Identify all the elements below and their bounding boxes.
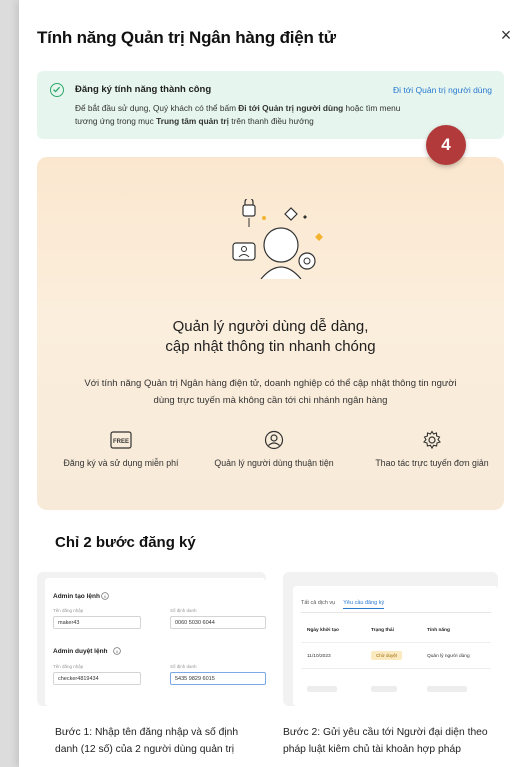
maker-id-input: 0060 5030 6044	[170, 616, 266, 629]
user-management-illustration	[232, 199, 323, 279]
col-feature: Tính năng	[427, 628, 450, 633]
hero-heading: Quản lý người dùng dễ dàng, cập nhật thô…	[165, 318, 376, 355]
gear-icon	[423, 430, 441, 450]
divider	[301, 642, 491, 643]
row-date: 11/10/2023	[307, 654, 331, 659]
steps-section-title: Chỉ 2 bước đăng ký	[55, 534, 196, 551]
checker-id-label: Số định danh	[170, 664, 197, 669]
feature-user-management: Quản lý người dùng thuận tiện	[209, 430, 339, 468]
modal-title: Tính năng Quản trị Ngân hàng điện tử	[37, 28, 336, 47]
feature-free-registration: FREE Đăng ký và sử dụng miễn phí	[59, 430, 183, 468]
toast-message: Để bắt đầu sử dụng, Quý khách có thể bấm…	[75, 103, 401, 126]
preview-tabs: Tất cả dịch vụ Yêu cầu đăng ký	[301, 600, 392, 609]
info-icon	[101, 592, 109, 600]
feature-modal: Tính năng Quản trị Ngân hàng điện tử × Đ…	[19, 0, 527, 767]
hero-description: Với tính năng Quản trị Ngân hàng điện tử…	[84, 378, 457, 406]
feature-label: Đăng ký và sử dụng miễn phí	[63, 458, 179, 468]
toast-title: Đăng ký tính năng thành công	[75, 84, 212, 95]
maker-username-label: Tên đăng nhập	[53, 608, 84, 613]
hero-banner: Quản lý người dùng dễ dàng, cập nhật thô…	[37, 157, 504, 510]
feature-label: Quản lý người dùng thuận tiện	[214, 458, 334, 468]
skeleton-cell	[427, 686, 467, 692]
step2-preview-panel: Tất cả dịch vụ Yêu cầu đăng ký Ngày khởi …	[293, 586, 498, 706]
step1-preview-panel: Admin tạo lệnh Tên đăng nhập maker43 Số …	[45, 578, 266, 706]
skeleton-cell	[371, 686, 397, 692]
maker-title: Admin tạo lệnh	[53, 593, 100, 600]
row-feature: Quản lý người dùng	[427, 654, 470, 659]
free-badge-icon: FREE	[110, 431, 132, 449]
tab-registration-requests: Yêu cầu đăng ký	[343, 600, 385, 609]
status-badge: Chờ duyệt	[371, 651, 402, 660]
divider	[301, 668, 491, 669]
skeleton-cell	[307, 686, 337, 692]
step2-preview-card: Tất cả dịch vụ Yêu cầu đăng ký Ngày khởi …	[283, 572, 498, 706]
step1-description: Bước 1: Nhập tên đăng nhập và số định da…	[55, 727, 239, 755]
check-circle-icon	[50, 83, 64, 97]
checker-username-label: Tên đăng nhập	[53, 664, 84, 669]
checker-id-input: 5435 9829 6015	[170, 672, 266, 685]
step1-preview-card: Admin tạo lệnh Tên đăng nhập maker43 Số …	[37, 572, 266, 706]
user-circle-icon	[264, 430, 284, 450]
tab-all-services: Tất cả dịch vụ	[301, 600, 336, 606]
col-date: Ngày khởi tạo	[307, 628, 339, 633]
feature-online-operation: Thao tác trực tuyến đơn giản	[367, 430, 497, 468]
go-to-user-admin-link[interactable]: Đi tới Quản trị người dùng	[393, 85, 492, 95]
col-status: Trạng thái	[371, 628, 394, 633]
step-number-badge: 4	[426, 125, 466, 165]
maker-username-input: maker43	[53, 616, 141, 629]
close-icon[interactable]: ×	[495, 24, 517, 46]
step2-description: Bước 2: Gửi yêu cầu tới Người đại diện t…	[283, 727, 488, 755]
info-icon	[113, 647, 121, 655]
checker-username-input: checker4819434	[53, 672, 141, 685]
divider	[301, 612, 491, 613]
feature-label: Thao tác trực tuyến đơn giản	[375, 458, 489, 468]
checker-title: Admin duyệt lệnh	[53, 648, 108, 655]
svg-text:FREE: FREE	[113, 439, 129, 445]
maker-id-label: Số định danh	[170, 608, 197, 613]
